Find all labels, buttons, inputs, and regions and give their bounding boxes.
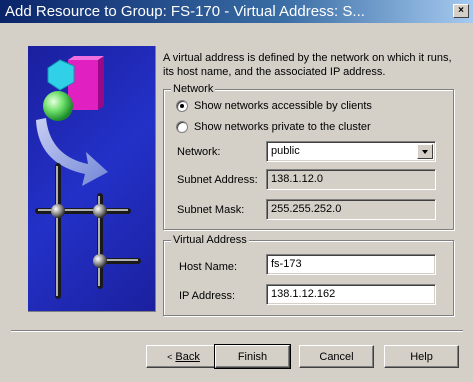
ip-address-input[interactable]: 138.1.12.162	[266, 284, 436, 305]
radio-clients-networks[interactable]: Show networks accessible by clients	[176, 99, 372, 113]
close-icon[interactable]: ×	[453, 4, 469, 18]
cancel-button[interactable]: Cancel	[299, 345, 374, 368]
network-label: Network:	[177, 146, 221, 158]
subnet-address-label: Subnet Address:	[177, 174, 258, 186]
help-button[interactable]: Help	[384, 345, 459, 368]
finish-button[interactable]: Finish	[214, 344, 291, 369]
button-separator	[11, 330, 463, 332]
virtual-address-group: Virtual Address Host Name: fs-173 IP Add…	[163, 234, 454, 316]
description-text: A virtual address is defined by the netw…	[163, 52, 452, 78]
wizard-illustration	[28, 46, 156, 312]
virtual-address-legend: Virtual Address	[171, 234, 249, 247]
host-name-label: Host Name:	[179, 261, 238, 273]
back-button[interactable]: < Back	[146, 345, 221, 368]
subnet-mask-label: Subnet Mask:	[177, 204, 245, 216]
subnet-mask-field: 255.255.252.0	[266, 199, 436, 220]
window-title: Add Resource to Group: FS-170 - Virtual …	[5, 3, 365, 20]
ip-address-label: IP Address:	[179, 290, 236, 302]
network-value: public	[271, 145, 300, 157]
back-button-label: Back	[175, 350, 200, 363]
radio-private-label: Show networks private to the cluster	[194, 121, 371, 133]
radio-clients-label: Show networks accessible by clients	[194, 100, 372, 112]
radio-private-button[interactable]	[176, 121, 188, 133]
host-name-input[interactable]: fs-173	[266, 254, 436, 275]
network-group-legend: Network	[171, 83, 216, 96]
network-group: Network Show networks accessible by clie…	[163, 83, 454, 230]
title-bar[interactable]: Add Resource to Group: FS-170 - Virtual …	[0, 0, 473, 24]
network-combobox[interactable]: public	[266, 141, 436, 162]
subnet-address-field: 138.1.12.0	[266, 169, 436, 190]
chevron-down-icon[interactable]	[417, 144, 433, 159]
radio-clients-button[interactable]	[176, 100, 188, 112]
network-graphic-icon	[35, 56, 141, 299]
back-arrow-icon: <	[167, 351, 173, 362]
radio-private-networks[interactable]: Show networks private to the cluster	[176, 120, 371, 134]
